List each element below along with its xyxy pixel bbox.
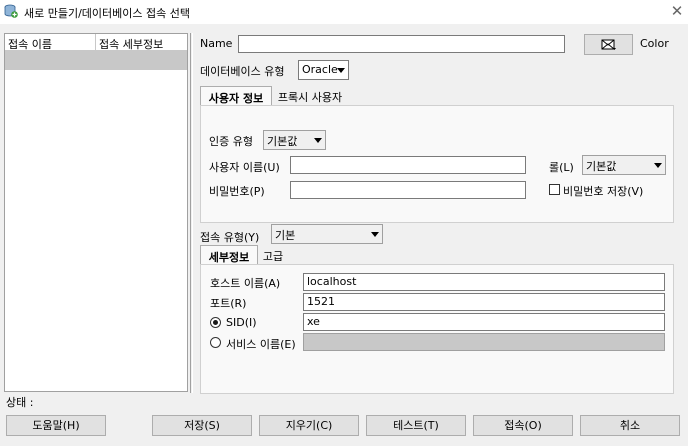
service-name-label: 서비스 이름(E): [226, 338, 296, 351]
close-icon[interactable]: ✕: [668, 2, 686, 20]
database-plus-icon: [4, 4, 18, 18]
auth-type-label: 인증 유형: [209, 135, 253, 148]
tab-details[interactable]: 세부정보: [200, 245, 258, 265]
tab-advanced[interactable]: 고급: [258, 245, 288, 265]
chevron-down-icon: [654, 163, 662, 168]
test-button[interactable]: 테스트(T): [366, 415, 466, 436]
hostname-value: localhost: [307, 275, 357, 288]
username-label: 사용자 이름(U): [209, 161, 280, 174]
sid-input[interactable]: xe: [303, 313, 665, 331]
chevron-down-icon: [371, 232, 379, 237]
connection-type-combo[interactable]: 기본: [271, 224, 383, 244]
tab-proxy-user[interactable]: 프록시 사용자: [272, 86, 348, 106]
port-label: 포트(R): [210, 297, 247, 310]
service-name-input[interactable]: [303, 333, 665, 351]
sid-value: xe: [307, 315, 320, 328]
connection-list[interactable]: 접속 이름 접속 세부정보: [4, 33, 188, 392]
cancel-button[interactable]: 취소: [580, 415, 680, 436]
column-header-details[interactable]: 접속 세부정보: [99, 36, 163, 52]
envelope-icon: [601, 39, 616, 50]
role-combo[interactable]: 기본값: [582, 155, 666, 175]
tab-user-info[interactable]: 사용자 정보: [200, 86, 272, 106]
username-input[interactable]: [290, 156, 526, 174]
password-label: 비밀번호(P): [209, 185, 265, 198]
port-value: 1521: [307, 295, 335, 308]
hostname-input[interactable]: localhost: [303, 273, 665, 291]
status-label: 상태 :: [6, 396, 34, 409]
hostname-label: 호스트 이름(A): [210, 277, 281, 290]
save-password-label: 비밀번호 저장(V): [563, 185, 644, 198]
auth-type-combo[interactable]: 기본값: [263, 130, 326, 150]
save-password-checkbox[interactable]: [549, 184, 560, 195]
tab-advanced-label: 고급: [262, 250, 284, 263]
splitter[interactable]: [190, 33, 191, 393]
sid-label: SID(I): [226, 316, 257, 329]
name-input[interactable]: [238, 35, 565, 53]
tab-details-label: 세부정보: [208, 251, 250, 264]
chevron-down-icon: [314, 138, 322, 143]
tab-proxy-user-label: 프록시 사용자: [277, 91, 343, 104]
name-label: Name: [200, 37, 233, 50]
role-value: 기본값: [586, 160, 617, 173]
connection-type-value: 기본: [275, 229, 296, 242]
auth-type-value: 기본값: [267, 135, 298, 148]
color-label: Color: [640, 37, 669, 50]
splitter-highlight: [192, 33, 193, 393]
title-bar: 새로 만들기/데이터베이스 접속 선택 ✕: [0, 0, 688, 24]
port-input[interactable]: 1521: [303, 293, 665, 311]
window-title: 새로 만들기/데이터베이스 접속 선택: [24, 7, 190, 20]
role-label: 롤(L): [549, 161, 574, 174]
selected-list-row[interactable]: [5, 51, 187, 70]
password-input[interactable]: [290, 181, 526, 199]
db-type-value: Oracle: [302, 63, 338, 76]
connect-button[interactable]: 접속(O): [473, 415, 573, 436]
clear-button[interactable]: 지우기(C): [259, 415, 359, 436]
chevron-down-icon: [337, 68, 345, 73]
service-name-radio[interactable]: [210, 337, 221, 348]
tab-user-info-label: 사용자 정보: [208, 92, 264, 105]
connection-type-label: 접속 유형(Y): [200, 231, 260, 244]
save-button[interactable]: 저장(S): [152, 415, 252, 436]
column-header-name[interactable]: 접속 이름: [8, 36, 52, 52]
color-button[interactable]: [584, 34, 633, 55]
connection-list-header: 접속 이름 접속 세부정보: [5, 34, 187, 51]
column-divider: [95, 34, 96, 51]
db-type-combo[interactable]: Oracle: [298, 60, 349, 80]
sid-radio[interactable]: [210, 317, 221, 328]
db-type-label: 데이터베이스 유형: [200, 65, 285, 78]
help-button[interactable]: 도움말(H): [6, 415, 106, 436]
